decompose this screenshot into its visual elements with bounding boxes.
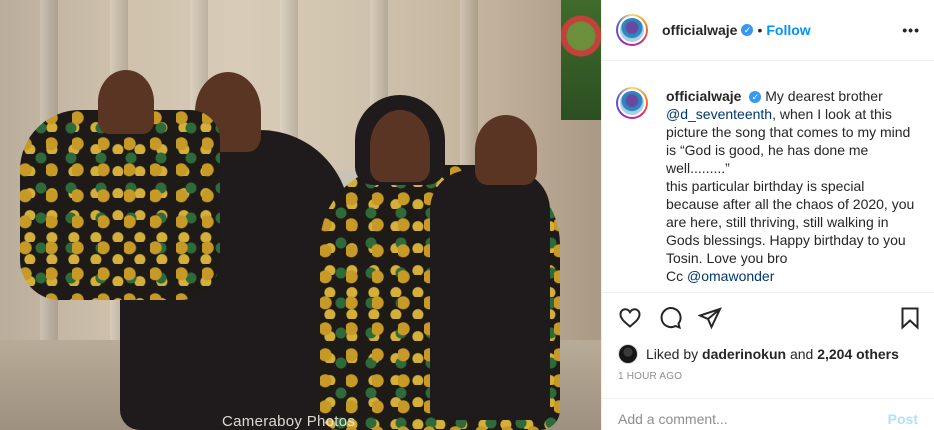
action-bar <box>602 293 934 343</box>
share-icon[interactable] <box>697 306 722 330</box>
avatar[interactable] <box>616 14 648 46</box>
mention-link[interactable]: @omawonder <box>687 268 774 284</box>
post-sidebar: officialwaje ✓ • Follow ••• officialwaje… <box>601 0 934 430</box>
caption-text-4: Cc <box>666 268 684 284</box>
instagram-post: Cameraboy Photos officialwaje ✓ • Follow… <box>0 0 934 430</box>
comment-icon[interactable] <box>658 306 682 330</box>
post-header: officialwaje ✓ • Follow ••• <box>602 0 934 61</box>
boy-body <box>430 170 550 420</box>
liker-username[interactable]: daderinokun <box>702 346 786 362</box>
caption-username[interactable]: officialwaje <box>666 88 741 104</box>
caption-text-3: this particular birthday is special beca… <box>666 178 915 266</box>
more-options-icon[interactable]: ••• <box>902 22 920 38</box>
avatar-image <box>618 89 646 117</box>
caption-text: officialwaje ✓ My dearest brother @d_sev… <box>666 87 918 292</box>
girl-dress <box>20 110 220 300</box>
heart-icon[interactable] <box>618 306 642 330</box>
follow-button[interactable]: Follow <box>766 22 810 38</box>
woman-head <box>370 110 430 182</box>
verified-badge-icon: ✓ <box>741 24 754 36</box>
liker-avatar[interactable] <box>618 344 638 364</box>
boy-head <box>475 115 537 185</box>
likes-row: Liked by daderinokun and 2,204 others <box>602 343 934 365</box>
comment-input[interactable] <box>618 411 888 427</box>
bookmark-icon[interactable] <box>898 306 922 330</box>
caption-text-1: My dearest brother <box>765 88 883 104</box>
post-photo[interactable]: Cameraboy Photos <box>0 0 601 430</box>
header-separator: • <box>757 22 763 38</box>
likes-count[interactable]: 2,204 others <box>817 346 899 362</box>
post-timestamp[interactable]: 1 HOUR AGO <box>602 365 934 399</box>
likes-prefix: Liked by <box>646 346 699 362</box>
header-username[interactable]: officialwaje <box>662 22 737 38</box>
caption-avatar[interactable] <box>616 87 648 119</box>
avatar-image <box>618 16 646 44</box>
mention-link[interactable]: @d_seventeenth <box>666 106 772 122</box>
verified-badge-icon: ✓ <box>749 91 762 103</box>
caption-section: officialwaje ✓ My dearest brother @d_sev… <box>602 61 934 293</box>
photo-plant <box>561 0 601 120</box>
post-button[interactable]: Post <box>888 411 918 427</box>
comment-box: Post <box>602 399 934 430</box>
girl-head <box>98 70 154 134</box>
photo-watermark: Cameraboy Photos <box>222 413 356 430</box>
likes-middle: and <box>789 346 814 362</box>
